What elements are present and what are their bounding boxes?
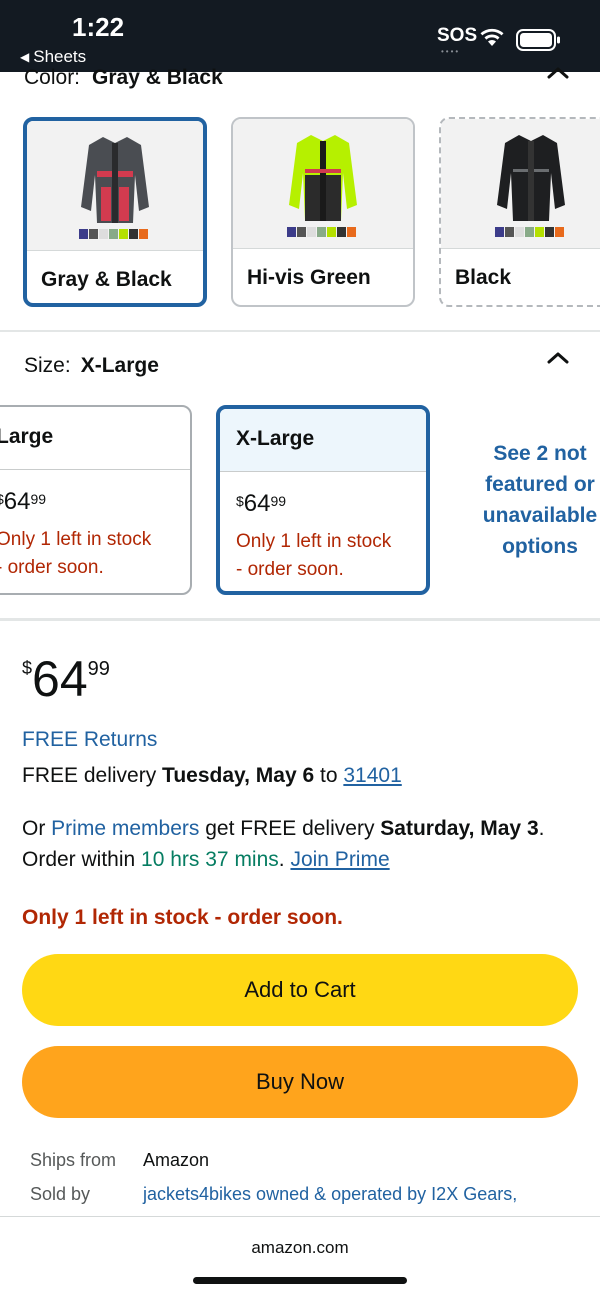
size-selected-value: X-Large (80, 354, 159, 377)
seller-link[interactable]: jackets4bikes owned & operated by I2X Ge… (143, 1184, 517, 1204)
buy-now-button[interactable]: Buy Now (22, 1046, 578, 1118)
back-to-app-link[interactable]: ◀ Sheets (20, 47, 86, 67)
divider (0, 618, 600, 621)
color-option-label: Hi-vis Green (247, 266, 371, 289)
stock-notice: Only 1 left in stock - order soon. (22, 906, 343, 929)
size-option-stock: Only 1 left in stock - order soon. (0, 516, 190, 582)
size-label: Size: (24, 354, 71, 377)
price-cents: 99 (270, 493, 287, 509)
sold-by-row: Sold by jackets4bikes owned & operated by… (30, 1184, 517, 1205)
jacket-hi-vis-green-icon (287, 134, 357, 237)
stock-line: Only 1 left in stock (0, 529, 152, 550)
sold-by-label: Sold by (30, 1184, 91, 1204)
free-returns-link[interactable]: FREE Returns (22, 728, 157, 752)
color-option-hi-vis-green[interactable]: Hi-vis Green (231, 117, 415, 307)
chevron-up-icon[interactable] (546, 66, 570, 80)
add-to-cart-button[interactable]: Add to Cart (22, 954, 578, 1026)
jacket-image (233, 119, 413, 249)
link-line: unavailable (482, 504, 598, 527)
see-unavailable-options-link[interactable]: See 2 not featured or unavailable option… (470, 438, 600, 562)
page-domain[interactable]: amazon.com (0, 1238, 600, 1258)
chevron-up-icon[interactable] (545, 350, 571, 366)
prime-get: get FREE delivery (199, 817, 381, 840)
color-label: Color: (24, 66, 81, 89)
prime-delivery-info: Or Prime members get FREE delivery Satur… (22, 813, 582, 875)
sos-indicator: SOS (437, 25, 478, 46)
color-option-label: Gray & Black (41, 268, 172, 291)
currency-symbol: $ (22, 658, 33, 678)
divider (0, 330, 600, 332)
status-bar: 1:22 ◀ Sheets SOS •••• (0, 0, 600, 72)
back-triangle-icon: ◀ (20, 50, 30, 64)
clock: 1:22 (72, 12, 125, 42)
ships-from-row: Ships from Amazon (30, 1150, 209, 1171)
size-option-price: $6499 (0, 470, 190, 516)
ships-from-value: Amazon (143, 1150, 210, 1170)
size-option-label: Large (0, 407, 190, 470)
currency-symbol: $ (0, 491, 4, 507)
size-option-large[interactable]: Large $6499 Only 1 left in stock - order… (0, 405, 192, 595)
size-option-x-large[interactable]: X-Large $6499 Only 1 left in stock - ord… (216, 405, 430, 595)
color-heading: Color: Gray & Black (24, 66, 223, 90)
stock-line: - order soon. (0, 557, 104, 578)
jacket-black-icon (495, 134, 565, 237)
price-whole: 64 (3, 488, 31, 515)
currency-symbol: $ (236, 493, 244, 509)
prime-or: Or (22, 817, 52, 840)
price-whole: 64 (32, 651, 88, 707)
size-heading: Size: X-Large (24, 354, 159, 378)
back-app-label: Sheets (33, 47, 87, 66)
link-line: See 2 not (493, 442, 587, 465)
delivery-date: Tuesday, May 6 (162, 764, 315, 787)
size-option-price: $6499 (220, 472, 426, 518)
jacket-image (27, 121, 203, 251)
delivery-zip-link[interactable]: 31401 (343, 764, 401, 787)
size-option-stock: Only 1 left in stock - order soon. (220, 518, 426, 584)
color-option-black[interactable]: Black (439, 117, 600, 307)
home-indicator[interactable] (193, 1277, 407, 1284)
price-whole: 64 (243, 490, 271, 517)
ships-from-label: Ships from (30, 1150, 117, 1170)
price-cents: 99 (30, 491, 47, 507)
stock-line: - order soon. (236, 559, 344, 580)
prime-members-link[interactable]: Prime members (51, 817, 199, 840)
jacket-gray-black-icon (79, 136, 149, 239)
prime-date: Saturday, May 3 (380, 817, 539, 840)
link-line: options (502, 535, 578, 558)
jacket-image (441, 119, 600, 249)
delivery-to: to (314, 764, 344, 787)
delivery-prefix: FREE delivery (22, 764, 163, 787)
color-option-label: Black (455, 266, 512, 289)
color-selected-value: Gray & Black (92, 66, 223, 89)
link-line: featured or (485, 473, 595, 496)
signal-dots: •••• (441, 47, 461, 56)
delivery-info: FREE delivery Tuesday, May 6 to 31401 (22, 764, 402, 788)
size-option-label: X-Large (220, 409, 426, 472)
prime-countdown: 10 hrs 37 mins (141, 848, 279, 871)
prime-period: . (278, 848, 291, 871)
price-cents: 99 (87, 658, 110, 680)
product-price: $6499 (22, 650, 110, 708)
color-option-gray-black[interactable]: Gray & Black (23, 117, 207, 307)
stock-line: Only 1 left in stock (236, 531, 392, 552)
battery-icon (516, 29, 560, 51)
join-prime-link[interactable]: Join Prime (290, 848, 389, 871)
wifi-icon (480, 28, 504, 46)
